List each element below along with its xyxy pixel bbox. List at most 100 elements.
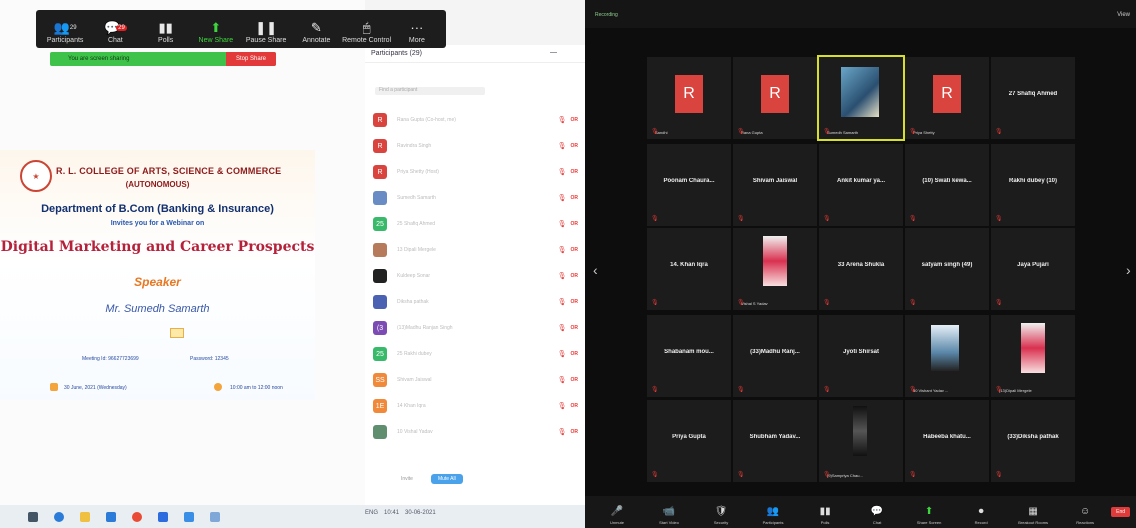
clock-time[interactable]: 10:41 — [384, 510, 399, 516]
toolbar-more-button[interactable]: ··· More — [392, 19, 442, 45]
control-unmute-button[interactable]: 🎤 Unmute — [591, 506, 643, 525]
control-reactions-button[interactable]: ☺ Reactions — [1059, 506, 1111, 525]
mute-all-button[interactable]: Mute All — [430, 474, 463, 484]
mic-muted-icon[interactable]: 🎙 — [558, 402, 567, 410]
video-tile[interactable]: (10) Swati kewa... 🎙 — [905, 144, 989, 226]
participant-row[interactable]: Kuldeep Sonar 🎙 OR — [373, 269, 578, 283]
video-tile[interactable]: Shubham Yadav... 🎙 — [733, 400, 817, 482]
mic-muted-icon: 🎙 — [823, 129, 831, 135]
end-meeting-button[interactable]: End — [1111, 507, 1131, 517]
toolbar-participants-button[interactable]: 👥29 Participants — [40, 19, 90, 45]
flyer-speaker-heading: Speaker — [134, 275, 181, 289]
tile-name: Shivam Jaiswal — [752, 178, 798, 184]
video-tile[interactable]: R Rana Gupta 🎙 — [733, 57, 817, 139]
video-tile[interactable]: Vishal S Yadav 🎙 — [733, 228, 817, 310]
toolbar-new-share-button[interactable]: ⬆ New Share — [191, 19, 241, 45]
window-icon[interactable] — [210, 511, 220, 522]
date-icon — [50, 383, 58, 391]
toolbar-polls-button[interactable]: ▮▮ Polls — [141, 19, 191, 45]
participant-row[interactable]: (3 (13)Madhu Ranjan Singh 🎙 OR — [373, 321, 578, 335]
mic-muted-icon[interactable]: 🎙 — [558, 142, 567, 150]
video-tile[interactable]: Jyoti Shirsat 🎙 — [819, 315, 903, 397]
video-tile[interactable]: 27 Shafiq Ahmed 🎙 — [991, 57, 1075, 139]
mic-muted-icon[interactable]: 🎙 — [558, 246, 567, 254]
chrome-icon[interactable] — [132, 511, 142, 522]
store-icon[interactable] — [106, 511, 116, 522]
video-tile[interactable]: 33 Arena Shukla 🎙 — [819, 228, 903, 310]
control-security-button[interactable]: 🛡 Security — [695, 506, 747, 525]
app-icon[interactable] — [184, 511, 194, 522]
control-polls-button[interactable]: ▮▮ Polls — [799, 506, 851, 525]
participant-row[interactable]: Diksha pathak 🎙 OR — [373, 295, 578, 309]
mic-muted-icon[interactable]: 🎙 — [558, 324, 567, 332]
participant-row[interactable]: R Ravindra Singh 🎙 OR — [373, 139, 578, 153]
participant-row[interactable]: SS Shivam Jaiswal 🎙 OR — [373, 373, 578, 387]
toolbar-remote-control-button[interactable]: 🖱 Remote Control — [342, 19, 392, 45]
mic-muted-icon[interactable]: 🎙 — [558, 272, 567, 280]
video-tile[interactable]: Ankit kumar ya... 🎙 — [819, 144, 903, 226]
video-tile[interactable]: Priya Gupta 🎙 — [647, 400, 731, 482]
edge-icon[interactable] — [54, 511, 64, 522]
zoom-icon[interactable] — [158, 511, 168, 522]
toolbar-chat-button[interactable]: 💬29 Chat — [90, 19, 140, 45]
video-tile[interactable]: R Sandhi 🎙 — [647, 57, 731, 139]
participant-row[interactable]: Sumedh Samarth 🎙 OR — [373, 191, 578, 205]
mic-muted-icon[interactable]: 🎙 — [558, 116, 567, 124]
control-participants-button[interactable]: 👥 Participants — [747, 506, 799, 525]
video-tile[interactable]: Sumedh Samarth 🎙 — [817, 55, 905, 141]
panel-options-icon[interactable]: — — [550, 49, 557, 56]
control-share-screen-button[interactable]: ⬆ Share Screen — [903, 506, 955, 525]
next-page-icon[interactable]: › — [1126, 262, 1132, 278]
video-tile[interactable]: Poonam Chaura... 🎙 — [647, 144, 731, 226]
mic-muted-icon: 🎙 — [823, 387, 831, 393]
video-tile[interactable]: Rakhi dubey (10) 🎙 — [991, 144, 1075, 226]
participant-name: Rana Gupta (Co-host, me) — [397, 117, 456, 123]
prev-page-icon[interactable]: ‹ — [593, 262, 599, 278]
video-tile[interactable]: 14. Khan Iqra 🎙 — [647, 228, 731, 310]
toolbar-annotate-button[interactable]: ✎ Annotate — [291, 19, 341, 45]
mic-muted-icon[interactable]: 🎙 — [558, 168, 567, 176]
toolbar-pause-share-button[interactable]: ❚❚ Pause Share — [241, 19, 291, 45]
mic-muted-icon[interactable]: 🎙 — [558, 220, 567, 228]
participant-row[interactable]: R Rana Gupta (Co-host, me) 🎙 OR — [373, 113, 578, 127]
video-tile[interactable]: (33)Diksha pathak 🎙 — [991, 400, 1075, 482]
video-tile[interactable]: Jaya Pujari 🎙 — [991, 228, 1075, 310]
mic-muted-icon[interactable]: 🎙 — [558, 350, 567, 358]
video-tile[interactable]: (33)Madhu Ranj... 🎙 — [733, 315, 817, 397]
mic-muted-icon[interactable]: 🎙 — [558, 298, 567, 306]
control-record-button[interactable]: ⏺ Record — [955, 506, 1007, 525]
video-tile[interactable]: Shivam Jaiswal 🎙 — [733, 144, 817, 226]
video-tile[interactable]: Habeeba khatu... 🎙 — [905, 400, 989, 482]
folder-icon[interactable] — [80, 511, 90, 522]
video-tile[interactable]: 50 Vishant Yadav ... 🎙 — [905, 315, 989, 397]
control-chat-button[interactable]: 💬 Chat — [851, 506, 903, 525]
mic-muted-icon[interactable]: 🎙 — [558, 194, 567, 202]
video-tile[interactable]: (13)Dipali Mergele 🎙 — [991, 315, 1075, 397]
mic-muted-icon[interactable]: 🎙 — [558, 376, 567, 384]
flyer-department: Department of B.Com (Banking & Insurance… — [41, 203, 274, 215]
toolbar-label: Annotate — [302, 37, 331, 44]
participant-row[interactable]: 13 Dipali Mergele 🎙 OR — [373, 243, 578, 257]
participant-row[interactable]: 25 25 Rakhi dubey 🎙 OR — [373, 347, 578, 361]
search-icon[interactable] — [28, 511, 38, 522]
participant-name: Kuldeep Sonar — [397, 273, 431, 279]
mic-muted-icon: 🎙 — [737, 216, 745, 222]
video-tile[interactable]: Shabanam mou... 🎙 — [647, 315, 731, 397]
participant-row[interactable]: 25 25 Shafiq Ahmed 🎙 OR — [373, 217, 578, 231]
mic-muted-icon[interactable]: 🎙 — [558, 428, 567, 436]
view-button[interactable]: View — [1117, 12, 1130, 18]
invite-button[interactable]: Invite — [395, 474, 419, 484]
participant-name: Shivam Jaiswal — [397, 377, 432, 383]
stop-share-button[interactable]: Stop Share — [225, 52, 276, 66]
clock-date[interactable]: 30-06-2021 — [405, 510, 436, 516]
video-tile[interactable]: R Priya Shetty 🎙 — [905, 57, 989, 139]
video-tile[interactable]: satyam singh (49) 🎙 — [905, 228, 989, 310]
participant-row[interactable]: 1E 14 Khan Iqra 🎙 OR — [373, 399, 578, 413]
participant-row[interactable]: 10 Vishal Yadav 🎙 OR — [373, 425, 578, 439]
video-tile[interactable]: (9)Sampriya Chau... 🎙 — [819, 400, 903, 482]
lang-indicator[interactable]: ENG — [365, 510, 378, 516]
participant-search-input[interactable]: Find a participant — [375, 87, 485, 95]
control-start-video-button[interactable]: 📹 Start Video — [643, 506, 695, 525]
participant-row[interactable]: R Priya Shetty (Host) 🎙 OR — [373, 165, 578, 179]
control-breakout-rooms-button[interactable]: ▦ Breakout Rooms — [1007, 506, 1059, 525]
